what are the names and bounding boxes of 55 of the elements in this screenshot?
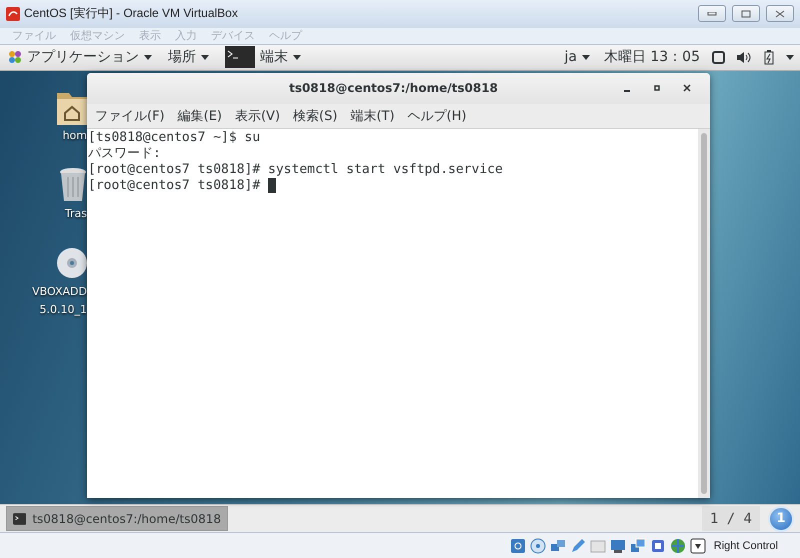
input-method-menu[interactable]: ja <box>562 44 592 70</box>
minimize-button[interactable] <box>698 5 726 22</box>
volume-icon <box>737 50 752 64</box>
menu-item[interactable]: 編集(E) <box>178 106 222 125</box>
desktop-icon-label[interactable]: Tras <box>64 206 87 221</box>
scrollbar[interactable] <box>698 128 710 498</box>
caret-icon <box>293 54 301 60</box>
menu-item[interactable]: 端末(T) <box>350 106 395 125</box>
caret-icon <box>144 54 152 60</box>
terminal-title: ts0818@centos7:/home/ts0818 <box>288 81 499 96</box>
host-key-label: Right Control <box>714 540 778 552</box>
close-icon <box>683 84 691 92</box>
caret-icon <box>786 54 794 60</box>
maximize-icon <box>653 84 661 92</box>
trash-icon <box>59 166 87 203</box>
top-bar-menu[interactable]: 端末 <box>223 44 303 70</box>
chip-icon <box>650 538 666 554</box>
menu-item[interactable]: 表示(V) <box>234 106 280 125</box>
download-icon <box>690 538 706 554</box>
folder-icon <box>590 538 606 554</box>
clock: 木曜日 13：05 <box>604 48 700 66</box>
desktop-icon-label[interactable]: 5.0.10_1 <box>40 302 87 317</box>
menu-item[interactable]: ヘルプ(H) <box>408 106 466 125</box>
close-button[interactable] <box>766 5 794 22</box>
terminal-line: [root@centos7 ts0818]# <box>88 178 262 194</box>
app-logo-icon <box>6 6 20 21</box>
top-bar-menu[interactable]: 場所 <box>166 44 211 70</box>
apps-icon <box>8 50 22 64</box>
top-bar-menu[interactable]: アプリケーション <box>6 44 154 70</box>
terminal-line: [ts0818@centos7 ~]$ su <box>88 130 260 146</box>
menu-item[interactable]: 検索(S) <box>293 106 338 125</box>
desktop-icon-label[interactable]: VBOXADD <box>32 284 87 299</box>
window-title: CentOS [実行中] - Oracle VM VirtualBox <box>24 5 239 22</box>
caret-icon <box>582 54 590 60</box>
pen-icon <box>570 538 586 554</box>
windows-icon <box>630 538 646 554</box>
network-icon <box>550 538 566 554</box>
close-icon <box>775 10 785 18</box>
terminal-icon <box>13 512 26 526</box>
window-icon <box>712 50 725 64</box>
maximize-icon <box>741 10 751 18</box>
minimize-icon <box>707 12 717 16</box>
taskbar-item[interactable]: ts0818@centos7:/home/ts0818 <box>6 506 228 532</box>
desktop-icon-label[interactable]: hom <box>62 128 87 143</box>
globe-icon <box>670 538 686 554</box>
terminal-icon <box>225 46 255 68</box>
terminal-line: パスワード: <box>88 146 161 162</box>
maximize-button[interactable] <box>732 5 760 22</box>
workspace-switcher[interactable]: 1 / 4 <box>702 506 760 532</box>
caret-icon <box>201 54 209 60</box>
display-icon <box>610 538 626 554</box>
menu-item[interactable]: ファイル(F) <box>95 106 165 125</box>
optical-disc-icon <box>530 538 546 554</box>
battery-icon <box>764 50 774 65</box>
terminal-line: [root@centos7 ts0818]# systemctl start vsftpd.service <box>88 162 503 178</box>
